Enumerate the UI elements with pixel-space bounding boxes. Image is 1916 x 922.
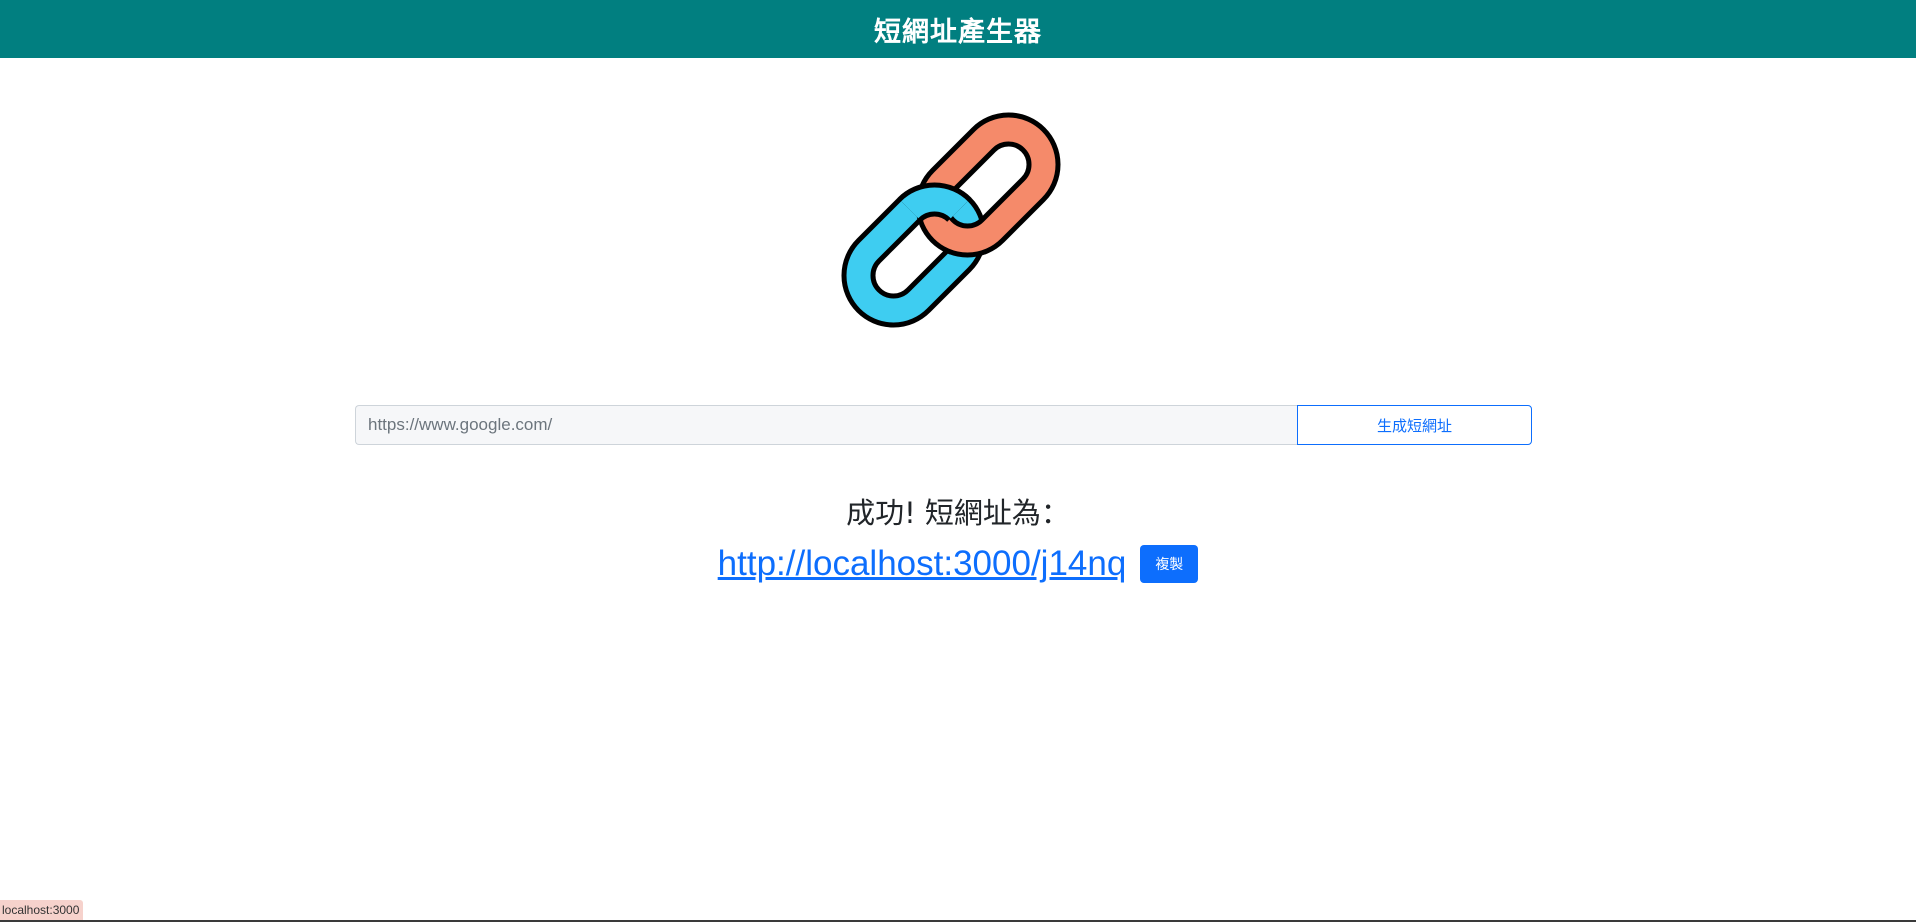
- app-header: 短網址產生器: [0, 0, 1916, 58]
- copy-button[interactable]: 複製: [1140, 545, 1199, 583]
- result-row: http://localhost:3000/j14nq 複製: [0, 544, 1916, 584]
- shorten-form: 生成短網址: [355, 405, 1532, 445]
- chain-link-icon: [841, 112, 1061, 328]
- page-title: 短網址產生器: [874, 16, 1042, 48]
- url-input[interactable]: [355, 405, 1297, 445]
- browser-status-url: localhost:3000: [0, 900, 84, 920]
- success-message: 成功! 短網址為：: [846, 496, 1070, 530]
- generate-short-url-button[interactable]: 生成短網址: [1297, 405, 1532, 445]
- short-url-link[interactable]: http://localhost:3000/j14nq: [718, 544, 1127, 584]
